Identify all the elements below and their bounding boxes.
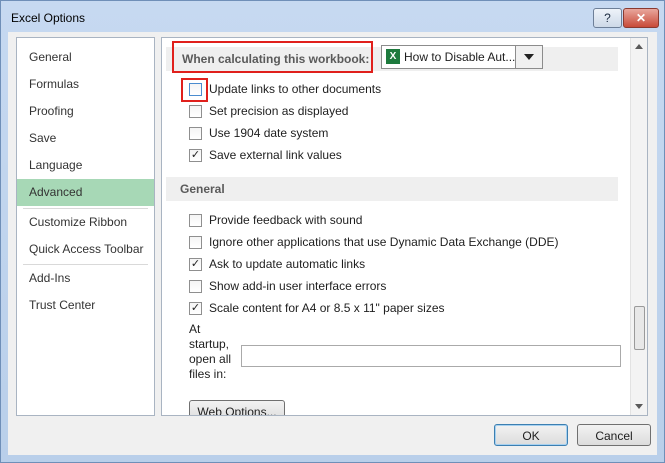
web-options-button[interactable]: Web Options... bbox=[189, 400, 285, 415]
update-links-checkbox[interactable] bbox=[189, 83, 202, 96]
scale-content-checkbox[interactable]: ✓ bbox=[189, 302, 202, 315]
set-precision-checkbox[interactable] bbox=[189, 105, 202, 118]
general-section-label: General bbox=[180, 182, 225, 196]
chevron-down-icon bbox=[524, 54, 534, 60]
sidebar-item-proofing[interactable]: Proofing bbox=[17, 98, 154, 125]
dropdown-button[interactable] bbox=[515, 46, 542, 68]
scroll-down-icon[interactable] bbox=[635, 404, 643, 409]
feedback-sound-checkbox[interactable] bbox=[189, 214, 202, 227]
sidebar-item-formulas[interactable]: Formulas bbox=[17, 71, 154, 98]
save-external-links-checkbox[interactable]: ✓ bbox=[189, 149, 202, 162]
sidebar-item-add-ins[interactable]: Add-Ins bbox=[17, 265, 154, 292]
sidebar-item-language[interactable]: Language bbox=[17, 152, 154, 179]
options-scrollbar[interactable] bbox=[630, 38, 647, 415]
scale-content-label: Scale content for A4 or 8.5 x 11" paper … bbox=[209, 301, 445, 315]
date-system-checkbox[interactable] bbox=[189, 127, 202, 140]
feedback-sound-label: Provide feedback with sound bbox=[209, 213, 363, 227]
ignore-dde-label: Ignore other applications that use Dynam… bbox=[209, 235, 559, 249]
scroll-up-icon[interactable] bbox=[635, 44, 643, 49]
sidebar-item-general[interactable]: General bbox=[17, 44, 154, 71]
sidebar-item-advanced[interactable]: Advanced bbox=[17, 179, 154, 206]
workbook-dropdown-value: How to Disable Aut... bbox=[404, 50, 516, 64]
highlight-box bbox=[172, 41, 373, 73]
cancel-button[interactable]: Cancel bbox=[577, 424, 651, 446]
excel-options-dialog: Excel Options ? ✕ General Formulas Proof… bbox=[0, 0, 665, 463]
ask-update-links-checkbox[interactable]: ✓ bbox=[189, 258, 202, 271]
ok-button[interactable]: OK bbox=[494, 424, 568, 446]
ask-update-links-label: Ask to update automatic links bbox=[209, 257, 366, 271]
excel-file-icon: X bbox=[386, 49, 400, 64]
set-precision-label: Set precision as displayed bbox=[209, 104, 349, 118]
sidebar-item-trust-center[interactable]: Trust Center bbox=[17, 292, 154, 319]
save-external-links-label: Save external link values bbox=[209, 148, 342, 162]
update-links-label: Update links to other documents bbox=[209, 82, 382, 96]
title-bar: Excel Options ? ✕ bbox=[1, 1, 664, 33]
startup-folder-input[interactable] bbox=[241, 345, 621, 367]
scroll-thumb[interactable] bbox=[634, 306, 645, 350]
addin-errors-label: Show add-in user interface errors bbox=[209, 279, 387, 293]
ignore-dde-checkbox[interactable] bbox=[189, 236, 202, 249]
close-button[interactable]: ✕ bbox=[623, 8, 659, 28]
options-sidebar: General Formulas Proofing Save Language … bbox=[16, 37, 155, 416]
date-system-label: Use 1904 date system bbox=[209, 126, 329, 140]
dialog-body: General Formulas Proofing Save Language … bbox=[8, 32, 657, 455]
workbook-dropdown[interactable]: X How to Disable Aut... bbox=[381, 45, 543, 69]
addin-errors-checkbox[interactable] bbox=[189, 280, 202, 293]
general-section-header: General bbox=[166, 177, 618, 201]
help-button[interactable]: ? bbox=[593, 8, 622, 28]
sidebar-item-save[interactable]: Save bbox=[17, 125, 154, 152]
window-title: Excel Options bbox=[11, 11, 86, 25]
sidebar-item-customize-ribbon[interactable]: Customize Ribbon bbox=[17, 209, 154, 236]
startup-folder-label: At startup, open all files in: bbox=[189, 322, 232, 381]
advanced-options-panel: When calculating this workbook: X How to… bbox=[161, 37, 648, 416]
sidebar-item-quick-access-toolbar[interactable]: Quick Access Toolbar bbox=[17, 236, 154, 263]
